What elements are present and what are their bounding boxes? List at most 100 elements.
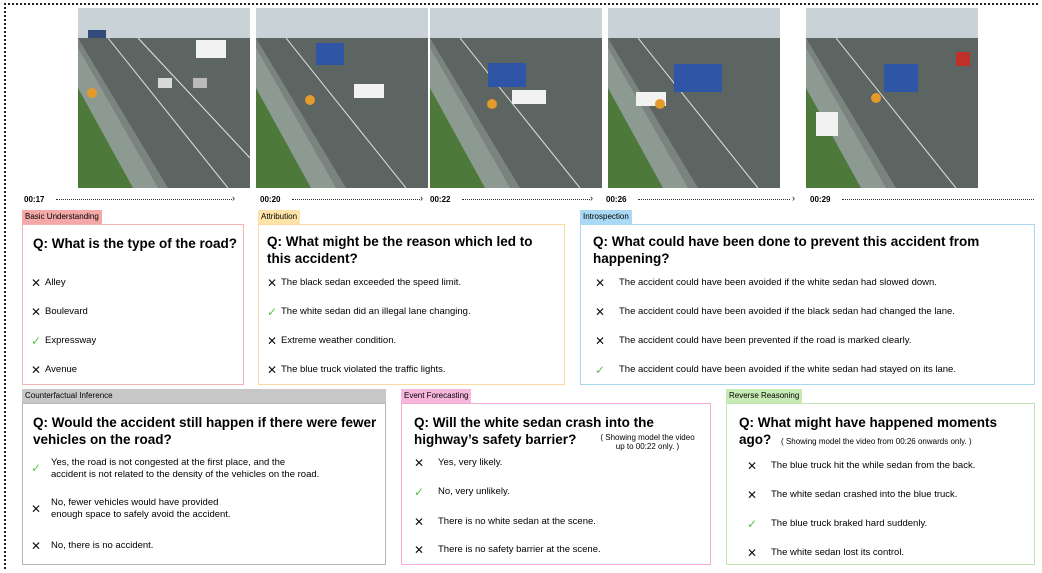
cross-icon: ✕ [747, 488, 758, 502]
question-note: ( Showing model the video up to 00:22 on… [590, 433, 705, 451]
timestamp-1: 00:17 [24, 195, 45, 204]
tag-counterfactual-inference: Counterfactual Inference [22, 389, 386, 403]
note-line: ( Showing model the video [600, 433, 695, 442]
panel-event-forecasting: Q: Will the white sedan crash into the h… [401, 403, 711, 565]
check-icon: ✓ [267, 305, 278, 319]
option-text: There is no safety barrier at the scene. [438, 544, 601, 555]
check-icon: ✓ [31, 334, 42, 348]
timestamp-5: 00:29 [810, 195, 831, 204]
video-frame-2 [256, 8, 428, 188]
tag-basic-understanding: Basic Understanding [22, 210, 102, 224]
check-icon: ✓ [414, 485, 425, 499]
timestamp-2: 00:20 [260, 195, 281, 204]
cross-icon: ✕ [31, 363, 42, 377]
cross-icon: ✕ [267, 276, 278, 290]
option-3: ✓ The blue truck braked hard suddenly. [747, 518, 927, 530]
cross-icon: ✕ [747, 546, 758, 560]
video-frame-1 [78, 8, 250, 188]
cross-icon: ✕ [414, 543, 425, 557]
note-line: up to 00:22 only. ) [615, 442, 680, 451]
timeline-arrow-icon: › [420, 193, 423, 203]
panel-introspection: Q: What could have been done to prevent … [580, 224, 1035, 385]
option-text: Extreme weather condition. [281, 335, 397, 346]
video-frame-5 [806, 8, 978, 188]
option-text: Expressway [45, 335, 97, 346]
option-text: The accident could have been prevented i… [619, 335, 912, 346]
cross-icon: ✕ [595, 334, 606, 348]
question: Q: What might be the reason which led to… [267, 234, 533, 266]
option-1: ✓ Yes, the road is not congested at the f… [31, 457, 319, 481]
option-2: ✓ No, very unlikely. [414, 486, 510, 498]
timestamp-4: 00:26 [606, 195, 627, 204]
option-text: The accident could have been avoided if … [619, 364, 956, 375]
option-4: ✕ The blue truck violated the traffic lig… [267, 364, 446, 376]
option-text: The white sedan crashed into the blue tr… [771, 489, 958, 500]
option-3: ✕ There is no white sedan at the scene. [414, 516, 596, 528]
option-2: ✕ The accident could have been avoided if… [595, 306, 955, 318]
option-4: ✕ There is no safety barrier at the scene… [414, 544, 601, 556]
option-3: ✕ The accident could have been prevented … [595, 335, 911, 347]
option-text-line: accident is not related to the density o… [51, 469, 320, 480]
cross-icon: ✕ [414, 456, 425, 470]
option-1: ✕ The blue truck hit the while sedan from… [747, 460, 975, 472]
timeline-dots [56, 199, 232, 200]
option-text-line: Yes, the road is not congested at the fi… [51, 457, 286, 468]
panel-counterfactual-inference: Q: Would the accident still happen if th… [22, 403, 386, 565]
option-2: ✕ Boulevard [31, 306, 88, 318]
question-line: Q: What might have happened moments [739, 415, 998, 430]
question: Q: What is the type of the road? [33, 236, 238, 251]
timeline-arrow-icon: › [232, 193, 235, 203]
option-text-line: No, fewer vehicles would have provided [51, 497, 219, 508]
tag-reverse-reasoning: Reverse Reasoning [726, 389, 803, 403]
option-4: ✕ Avenue [31, 364, 77, 376]
timeline-dots [842, 199, 1034, 200]
option-text: Yes, very likely. [438, 457, 503, 468]
option-text: The white sedan lost its control. [771, 547, 905, 558]
cross-icon: ✕ [31, 502, 42, 516]
video-frame-4 [608, 8, 780, 188]
option-4: ✕ The white sedan lost its control. [747, 547, 904, 559]
tag-event-forecasting: Event Forecasting [401, 389, 472, 403]
option-3: ✕ No, there is no accident. [31, 540, 153, 552]
video-frame-3 [430, 8, 602, 188]
timeline-arrow-icon: › [792, 193, 795, 203]
option-2: ✕ The white sedan crashed into the blue t… [747, 489, 957, 501]
option-text-line: enough space to safely avoid the acciden… [51, 509, 231, 520]
option-2: ✕ No, fewer vehicles would have provided e… [31, 497, 231, 521]
check-icon: ✓ [595, 363, 606, 377]
panel-basic-understanding: Q: What is the type of the road? ✕ Alley … [22, 224, 244, 385]
option-2: ✓ The white sedan did an illegal lane cha… [267, 306, 471, 318]
check-icon: ✓ [31, 461, 42, 475]
option-text: Alley [45, 277, 66, 288]
question: Q: Would the accident still happen if th… [33, 415, 377, 447]
question: Q: What could have been done to prevent … [593, 234, 980, 266]
option-1: ✕ Yes, very likely. [414, 457, 502, 469]
option-3: ✓ Expressway [31, 335, 96, 347]
tag-attribution: Attribution [258, 210, 301, 224]
cross-icon: ✕ [31, 305, 42, 319]
tag-introspection: Introspection [580, 210, 632, 224]
cross-icon: ✕ [747, 459, 758, 473]
timeline-dots [638, 199, 790, 200]
option-text: There is no white sedan at the scene. [438, 516, 596, 527]
timeline-dots [462, 199, 590, 200]
option-text: The accident could have been avoided if … [619, 306, 955, 317]
option-text: The blue truck braked hard suddenly. [771, 518, 928, 529]
timeline-arrow-icon: › [590, 193, 593, 203]
option-text: The white sedan did an illegal lane chan… [281, 306, 471, 317]
cross-icon: ✕ [414, 515, 425, 529]
option-text: The blue truck hit the while sedan from … [771, 460, 976, 471]
cross-icon: ✕ [31, 539, 42, 553]
option-1: ✕ Alley [31, 277, 66, 289]
option-text: The blue truck violated the traffic ligh… [281, 364, 446, 375]
question: Q: What might have happened moments ago?… [739, 414, 1034, 448]
panel-reverse-reasoning: Q: What might have happened moments ago?… [726, 403, 1035, 565]
cross-icon: ✕ [31, 276, 42, 290]
timeline-dots [292, 199, 420, 200]
cross-icon: ✕ [595, 276, 606, 290]
option-text: Boulevard [45, 306, 88, 317]
cross-icon: ✕ [267, 334, 278, 348]
question-note: ( Showing model the video from 00:26 onw… [781, 437, 972, 446]
option-text: Avenue [45, 364, 78, 375]
timestamp-3: 00:22 [430, 195, 451, 204]
